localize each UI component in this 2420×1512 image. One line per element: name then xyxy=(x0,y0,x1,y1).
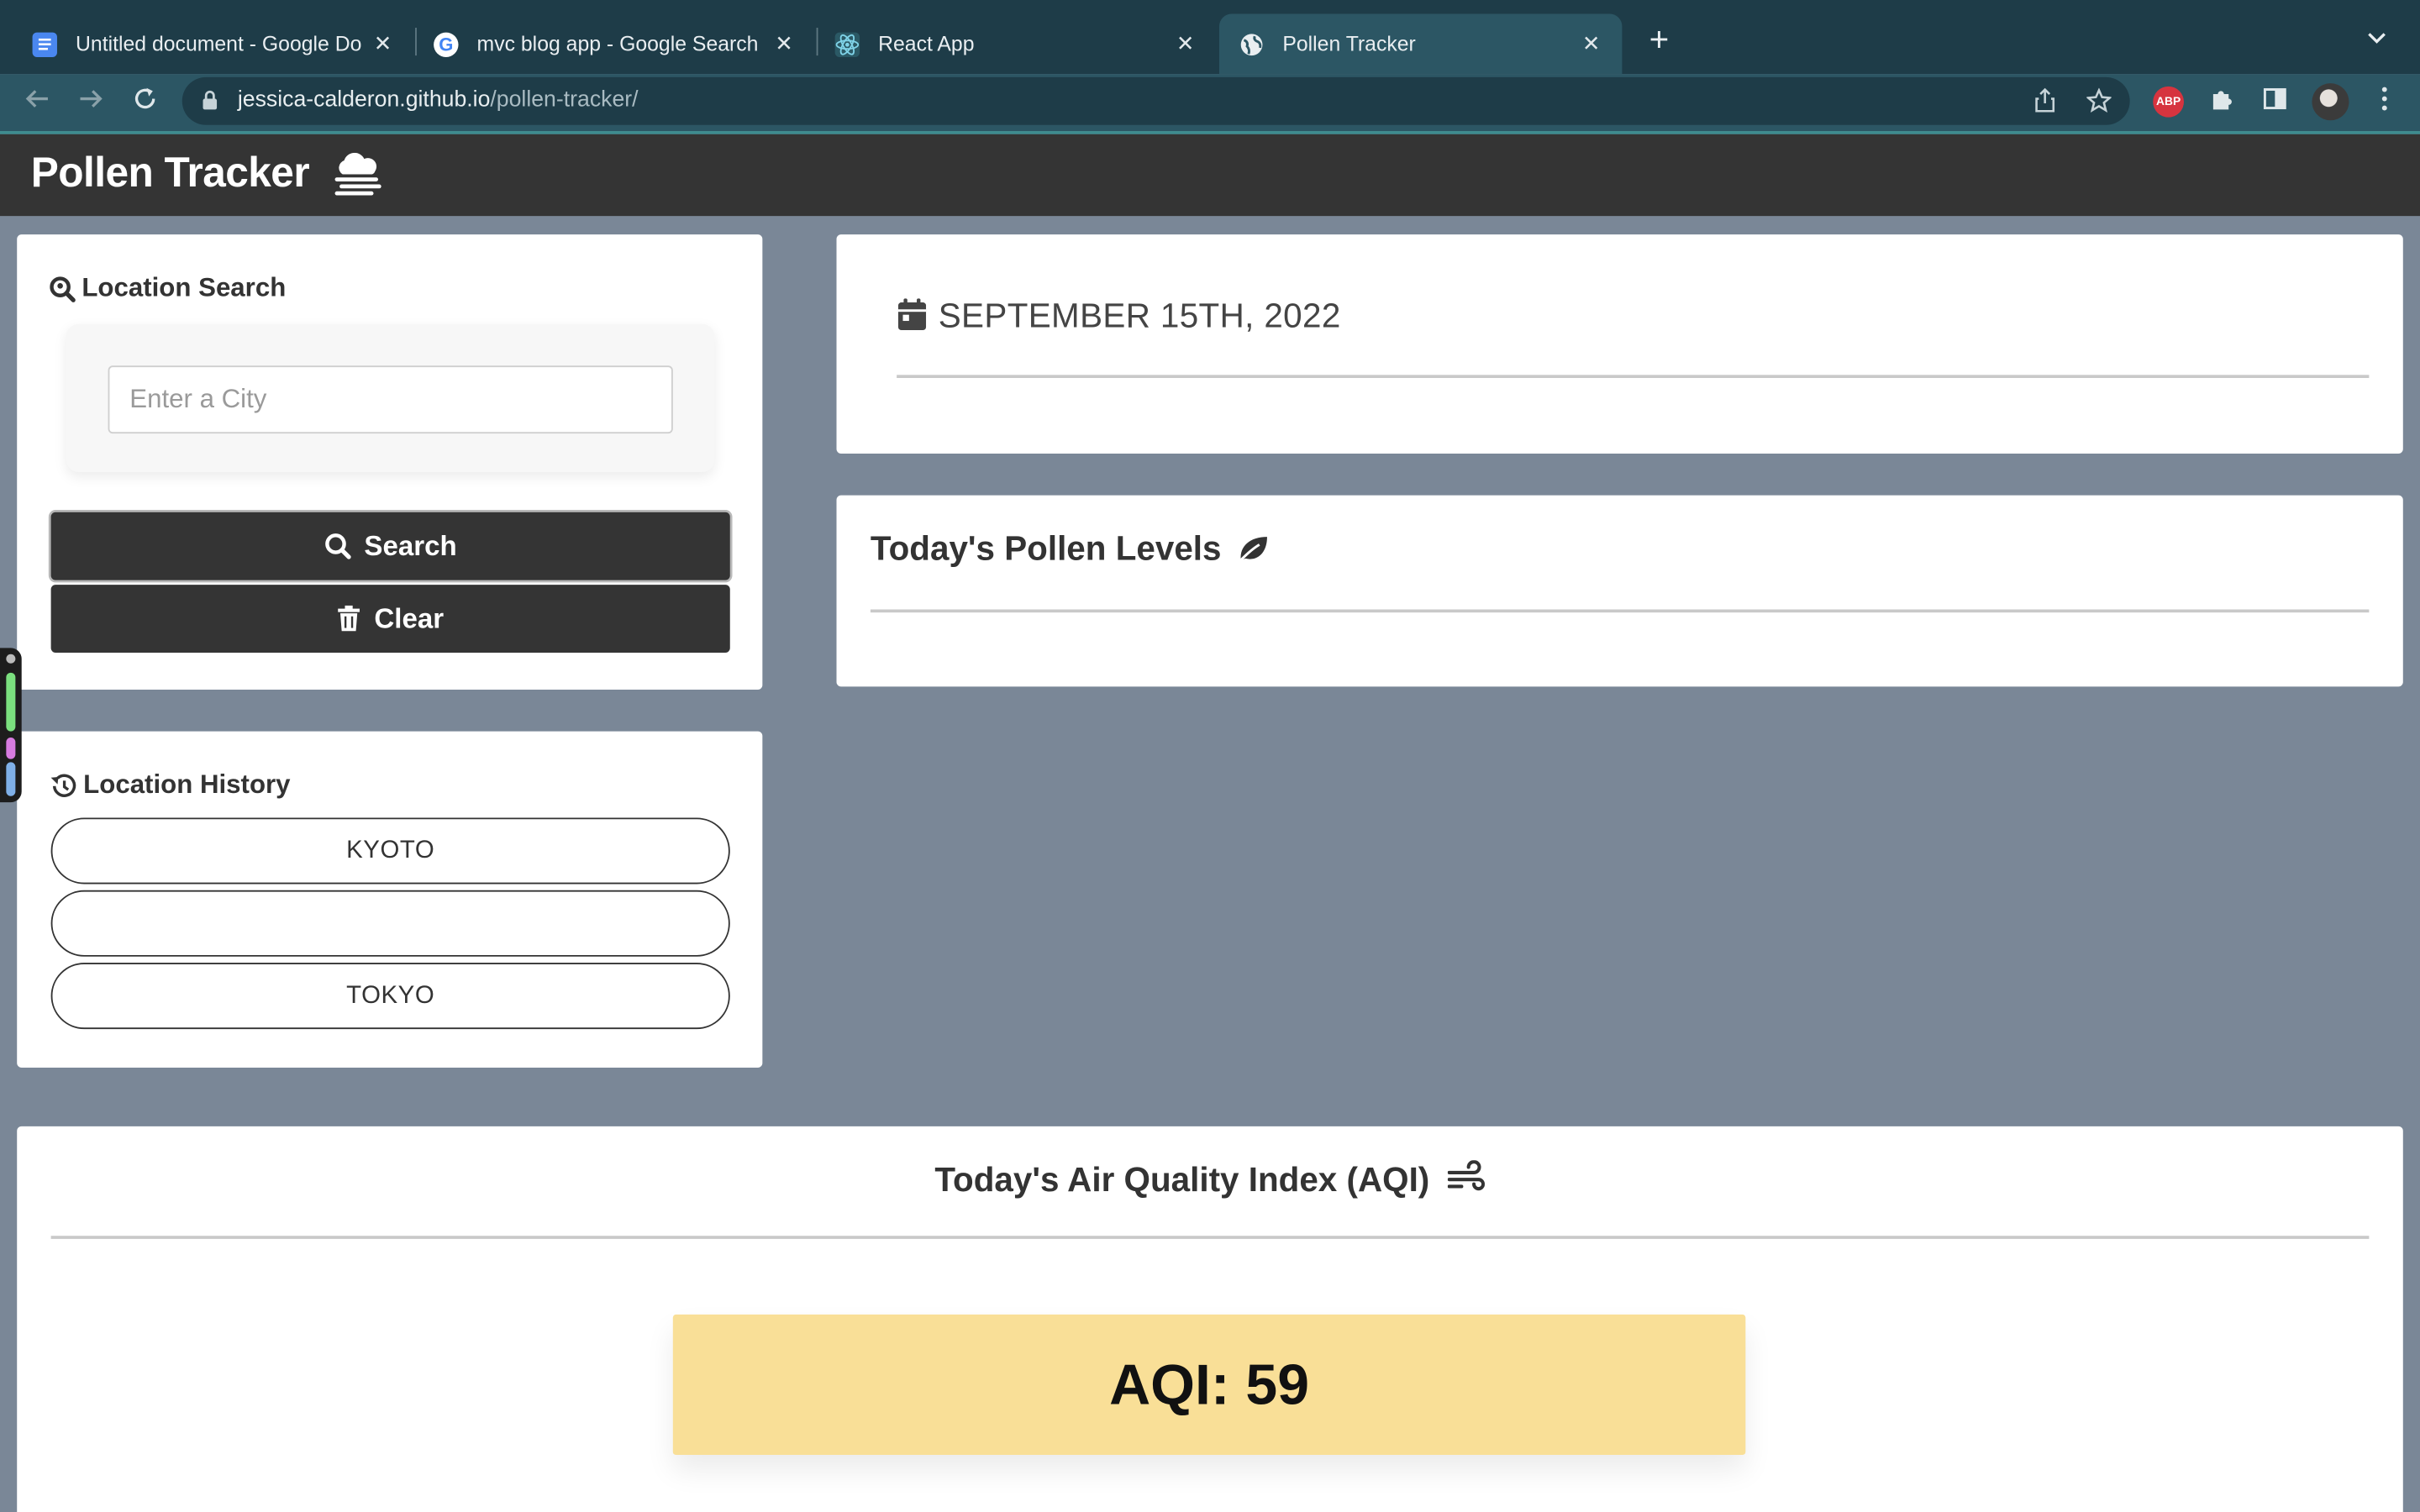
location-search-card: Location Search Search Clear xyxy=(17,234,763,690)
side-color-widget[interactable] xyxy=(0,648,22,803)
share-icon[interactable] xyxy=(2031,87,2059,116)
tab-title: React App xyxy=(878,32,975,56)
widget-bar-pink xyxy=(6,737,16,759)
tab-untitled-document[interactable]: Untitled document - Google Do ✕ xyxy=(15,14,413,75)
forward-icon[interactable] xyxy=(74,85,108,118)
divider xyxy=(870,609,2370,613)
tab-title: mvc blog app - Google Search xyxy=(476,32,759,56)
tab-title: Pollen Tracker xyxy=(1282,32,1416,56)
divider xyxy=(897,375,2370,378)
browser-tab-strip: Untitled document - Google Do ✕ G mvc bl… xyxy=(0,0,2420,75)
tab-search-chevron-icon[interactable] xyxy=(2368,24,2386,49)
new-tab-icon[interactable]: + xyxy=(1642,23,1676,57)
profile-avatar[interactable] xyxy=(2312,83,2349,121)
pollen-levels-label: Today's Pollen Levels xyxy=(870,529,1222,568)
brand[interactable]: Pollen Tracker xyxy=(31,150,384,197)
puzzle-icon[interactable] xyxy=(2207,87,2238,118)
react-icon xyxy=(834,31,860,57)
aqi-title-label: Today's Air Quality Index (AQI) xyxy=(934,1160,1430,1200)
clear-button[interactable]: Clear xyxy=(50,585,730,653)
location-history-card: Location History KYOTO TOKYO xyxy=(17,731,763,1068)
url-text: jessica-calderon.github.io/pollen-tracke… xyxy=(238,88,639,113)
search-icon xyxy=(325,533,351,559)
history-item-tokyo[interactable]: TOKYO xyxy=(50,963,730,1030)
menu-icon[interactable] xyxy=(2369,87,2400,118)
address-bar[interactable]: jessica-calderon.github.io/pollen-tracke… xyxy=(182,76,2130,125)
city-input[interactable] xyxy=(108,365,673,434)
tab-react-app[interactable]: React App ✕ xyxy=(818,14,1216,75)
search-button-label: Search xyxy=(364,529,457,561)
google-icon: G xyxy=(434,31,459,57)
location-search-label: Location Search xyxy=(82,273,287,302)
current-date: SEPTEMBER 15TH, 2022 xyxy=(938,296,1341,335)
reload-icon[interactable] xyxy=(128,85,161,118)
tab-pollen-tracker[interactable]: Pollen Tracker ✕ xyxy=(1219,13,1623,75)
sidepanel-icon[interactable] xyxy=(2260,87,2291,118)
aqi-value-box: AQI: 59 xyxy=(672,1314,1746,1456)
globe-icon xyxy=(1239,32,1264,56)
adblock-icon[interactable]: ABP xyxy=(2153,86,2184,118)
history-item-empty[interactable] xyxy=(50,890,730,957)
wind-icon xyxy=(1448,1160,1486,1191)
search-location-icon xyxy=(50,276,76,302)
close-tab-icon[interactable]: ✕ xyxy=(771,31,796,55)
pollen-levels-title: Today's Pollen Levels xyxy=(871,529,1277,570)
url-host: jessica-calderon.github.io xyxy=(237,87,491,113)
url-path: /pollen-tracker/ xyxy=(490,87,639,113)
close-tab-icon[interactable]: ✕ xyxy=(371,31,395,55)
google-docs-icon xyxy=(32,31,57,57)
close-tab-icon[interactable]: ✕ xyxy=(1173,31,1197,55)
history-item-kyoto[interactable]: KYOTO xyxy=(50,817,730,885)
aqi-title: Today's Air Quality Index (AQI) xyxy=(17,1160,2403,1200)
clear-button-label: Clear xyxy=(374,602,445,633)
browser-toolbar: jessica-calderon.github.io/pollen-tracke… xyxy=(0,74,2420,132)
history-icon xyxy=(50,773,76,796)
tab-google-search[interactable]: G mvc blog app - Google Search ✕ xyxy=(417,14,815,75)
calendar-icon xyxy=(897,298,927,331)
location-history-title: Location History xyxy=(50,770,291,801)
input-container xyxy=(66,323,715,473)
star-icon[interactable] xyxy=(2085,87,2113,116)
divider xyxy=(50,1236,2370,1239)
leaf-icon xyxy=(1237,537,1268,564)
brand-title: Pollen Tracker xyxy=(30,150,310,197)
tab-title: Untitled document - Google Do xyxy=(76,32,362,56)
back-icon[interactable] xyxy=(20,85,54,118)
location-search-title: Location Search xyxy=(50,273,287,304)
aqi-card: Today's Air Quality Index (AQI) AQI: 59 xyxy=(17,1126,2403,1512)
widget-bar-blue xyxy=(6,762,16,796)
trash-icon xyxy=(339,605,360,632)
close-tab-icon[interactable]: ✕ xyxy=(1579,31,1603,55)
cloud-icon xyxy=(335,151,382,195)
widget-handle[interactable] xyxy=(6,654,16,664)
search-button[interactable]: Search xyxy=(50,512,730,580)
location-history-label: Location History xyxy=(83,769,291,800)
widget-bar-green xyxy=(6,672,16,732)
app-navbar: Pollen Tracker xyxy=(0,134,2420,217)
pollen-levels-card: Today's Pollen Levels xyxy=(836,495,2403,687)
date-card: SEPTEMBER 15TH, 2022 xyxy=(836,234,2403,454)
lock-icon[interactable] xyxy=(201,90,219,112)
